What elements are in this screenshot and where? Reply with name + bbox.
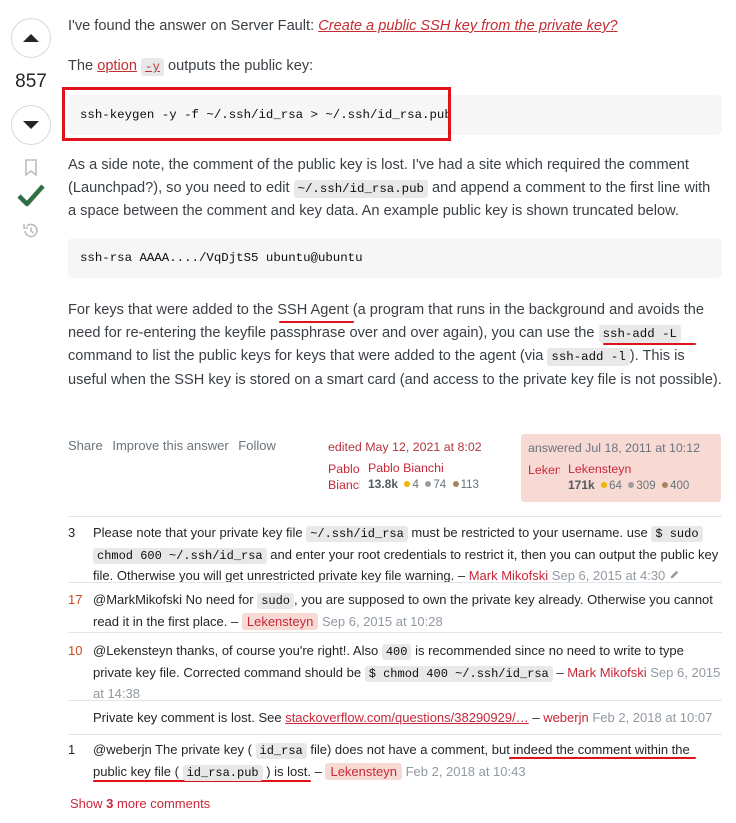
comment-score: 1 [68, 742, 76, 757]
comment-code: 400 [381, 644, 412, 660]
comment-user[interactable]: weberjn [543, 710, 589, 725]
comment-date[interactable]: Feb 2, 2018 at 10:43 [406, 764, 526, 779]
history-icon[interactable] [21, 221, 41, 241]
edited-time[interactable]: edited May 12, 2021 at 8:02 [328, 440, 508, 454]
follow-link[interactable]: Follow [238, 438, 276, 453]
comment-user[interactable]: Mark Mikofski [469, 568, 548, 583]
option-paragraph: The option -y outputs the public key: [68, 58, 314, 76]
comment-code: chmod 600 ~/.ssh/id_rsa [93, 547, 267, 564]
editor-bronze: 113 [460, 479, 479, 491]
bookmark-icon[interactable] [24, 159, 38, 177]
underline-ssh-agent [279, 321, 354, 323]
share-link[interactable]: Share [68, 438, 103, 453]
option-code: -y [141, 58, 164, 76]
comment-date[interactable]: Sep 6, 2015 at 4:30 [552, 568, 665, 583]
underline-ssh-add [603, 343, 696, 345]
comment-user-op[interactable]: Lekensteyn [241, 612, 319, 630]
comment-body: @MarkMikofski No need for sudo, you are … [93, 592, 713, 630]
intro-paragraph: I've found the answer on Server Fault: C… [68, 18, 618, 34]
checkmark-icon [17, 184, 45, 207]
gold-badge-icon [601, 482, 608, 488]
comment-date[interactable]: Feb 2, 2018 at 10:07 [592, 710, 712, 725]
answered-time[interactable]: answered Jul 18, 2011 at 10:12 [528, 441, 700, 455]
stackoverflow-link[interactable]: stackoverflow.com/questions/38290929/… [285, 710, 529, 725]
ssh-add-l-code: ssh-add -l [547, 348, 630, 366]
silver-badge-icon [628, 482, 635, 488]
comment-code: id_rsa.pub [182, 764, 263, 781]
editor-signature: edited May 12, 2021 at 8:02 Pablo Bianch… [328, 440, 508, 492]
author-bronze: 400 [670, 480, 690, 492]
comment-2: 17 @MarkMikofski No need for sudo, you a… [68, 582, 722, 633]
ssh-add-L-code: ssh-add -L [598, 324, 681, 343]
editor-details: Pablo Bianchi 13.8k 4 74 113 [368, 461, 479, 491]
comment-body: @weberjn The private key ( id_rsa file) … [93, 742, 690, 781]
author-details: Lekensteyn 171k 64 309 400 [568, 462, 689, 492]
vote-count: 857 [15, 71, 47, 92]
ssh-agent-link[interactable]: SSH Agent [277, 302, 348, 318]
side-note-paragraph: As a side note, the comment of the publi… [68, 157, 711, 219]
editor-gold: 4 [412, 479, 419, 491]
show-more-comments[interactable]: Show 3 more comments [70, 796, 210, 811]
comment-code: id_rsa [255, 743, 307, 759]
gold-badge-icon [404, 481, 411, 487]
comment-code: sudo [257, 593, 295, 609]
comment-user-op[interactable]: Lekensteyn [325, 762, 402, 780]
comment-1: 3 Please note that your private key file… [68, 516, 722, 583]
highlight-box-code [62, 87, 451, 141]
comment-user[interactable]: Mark Mikofski [567, 665, 646, 680]
author-silver: 309 [636, 480, 656, 492]
code-block-example-key: ssh-rsa AAAA..../VqDjtS5 ubuntu@ubuntu [68, 238, 722, 278]
bronze-badge-icon [662, 482, 669, 488]
vote-column: 857 [10, 18, 52, 241]
bronze-badge-icon [452, 481, 459, 487]
ssh-agent-paragraph: For keys that were added to the SSH Agen… [68, 302, 722, 388]
option-link[interactable]: option [97, 58, 137, 74]
editor-avatar[interactable]: Pablo Bianchi [328, 461, 360, 493]
chevron-up-icon [23, 34, 39, 42]
comment-5: 1 @weberjn The private key ( id_rsa file… [68, 734, 722, 787]
comment-body: @Lekensteyn thanks, of course you're rig… [93, 643, 721, 701]
editor-reputation: 13.8k [368, 477, 399, 491]
comment-3: 10 @Lekensteyn thanks, of course you're … [68, 632, 722, 701]
comment-score: 3 [68, 525, 76, 540]
comment-code: $ sudo [651, 526, 703, 542]
editor-silver: 74 [433, 479, 447, 491]
comment-body: Private key comment is lost. See stackov… [93, 710, 713, 725]
pub-path-code: ~/.ssh/id_rsa.pub [293, 179, 428, 198]
comment-body: Please note that your private key file ~… [93, 525, 719, 583]
pencil-icon[interactable] [669, 569, 680, 580]
editor-name[interactable]: Pablo Bianchi [368, 461, 479, 475]
author-gold: 64 [609, 480, 622, 492]
serverfault-link[interactable]: Create a public SSH key from the private… [318, 18, 617, 34]
upvote-button[interactable] [11, 18, 51, 58]
author-name[interactable]: Lekensteyn [568, 462, 689, 476]
author-avatar[interactable]: Lekensteyn [528, 462, 560, 494]
comment-code: $ chmod 400 ~/.ssh/id_rsa [364, 665, 553, 682]
comment-code: ~/.ssh/id_rsa [306, 526, 408, 542]
improve-link[interactable]: Improve this answer [112, 438, 228, 453]
chevron-down-icon [23, 121, 39, 129]
comment-4: Private key comment is lost. See stackov… [68, 700, 722, 735]
post-menu: Share Improve this answer Follow [68, 438, 282, 453]
comment-date[interactable]: Sep 6, 2015 at 10:28 [322, 614, 443, 629]
downvote-button[interactable] [11, 105, 51, 145]
comment-score: 10 [68, 643, 83, 658]
author-reputation: 171k [568, 478, 595, 492]
author-signature: answered Jul 18, 2011 at 10:12 Lekenstey… [521, 434, 721, 502]
comment-score: 17 [68, 592, 83, 607]
silver-badge-icon [425, 481, 432, 487]
